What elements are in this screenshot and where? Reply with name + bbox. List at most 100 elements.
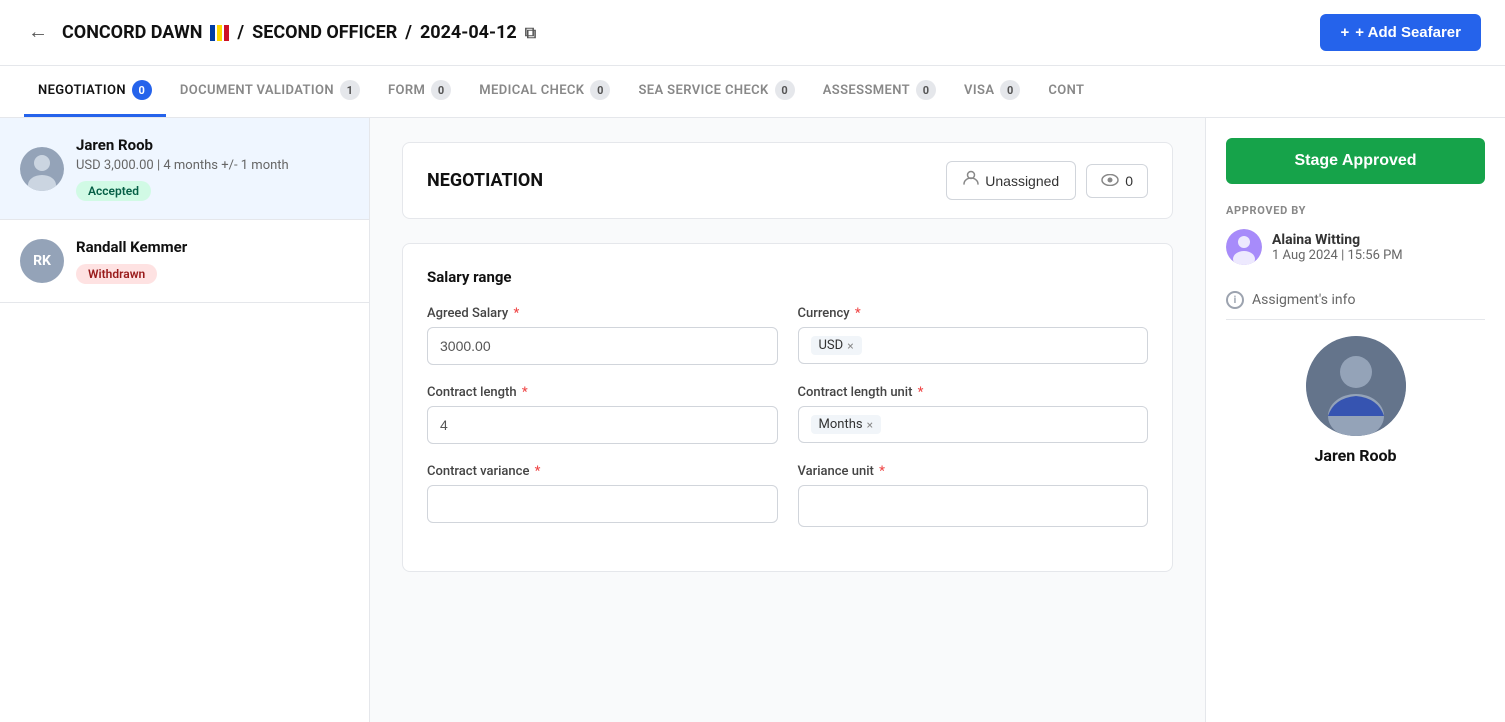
- badge-jaren-accepted: Accepted: [76, 181, 151, 201]
- tab-document-validation-badge: 1: [340, 80, 360, 100]
- required-star-vu: *: [879, 464, 885, 479]
- sidebar-item-top: Jaren Roob USD 3,000.00 | 4 months +/- 1…: [20, 136, 349, 201]
- contract-length-unit-tag-input[interactable]: Months ×: [798, 406, 1149, 443]
- form-group-agreed-salary: Agreed Salary *: [427, 306, 778, 365]
- tab-medical-check-label: MEDICAL CHECK: [479, 83, 584, 98]
- variance-unit-tag-input[interactable]: [798, 485, 1149, 527]
- avatar-jaren-roob: [20, 147, 64, 191]
- person-icon: [963, 170, 979, 191]
- main-layout: Jaren Roob USD 3,000.00 | 4 months +/- 1…: [0, 118, 1505, 722]
- tab-negotiation-badge: 0: [132, 80, 152, 100]
- agreed-salary-label: Agreed Salary *: [427, 306, 778, 321]
- badge-randall-withdrawn: Withdrawn: [76, 264, 157, 284]
- add-seafarer-plus: +: [1340, 24, 1349, 41]
- back-button[interactable]: ←: [24, 21, 52, 44]
- tab-sea-service-check-label: SEA SERVICE CHECK: [638, 83, 768, 98]
- info-circle-icon: i: [1226, 291, 1244, 309]
- form-group-variance-unit: Variance unit *: [798, 464, 1149, 527]
- assignment-info-label: Assigment's info: [1252, 292, 1355, 308]
- tab-negotiation-label: NEGOTIATION: [38, 83, 126, 98]
- seafarer-info-randall: Randall Kemmer Withdrawn: [76, 238, 187, 284]
- tab-visa[interactable]: VISA 0: [950, 66, 1034, 117]
- tab-form[interactable]: FORM 0: [374, 66, 465, 117]
- form-row-salary: Agreed Salary * Currency * USD ×: [427, 306, 1148, 365]
- months-tag: Months ×: [811, 415, 881, 434]
- approved-by-title: APPROVED BY: [1226, 204, 1485, 217]
- eye-icon: [1101, 173, 1119, 189]
- tab-assessment-badge: 0: [916, 80, 936, 100]
- seafarer-name-jaren: Jaren Roob: [76, 136, 289, 154]
- tab-cont-label: CONT: [1048, 83, 1084, 98]
- stage-approved-button[interactable]: Stage Approved: [1226, 138, 1485, 184]
- tab-sea-service-check[interactable]: SEA SERVICE CHECK 0: [624, 66, 808, 117]
- form-row-variance: Contract variance * Variance unit *: [427, 464, 1148, 527]
- add-seafarer-label: + Add Seafarer: [1355, 24, 1461, 41]
- required-star-clu: *: [918, 385, 924, 400]
- required-star: *: [513, 306, 519, 321]
- agreed-salary-input[interactable]: [427, 327, 778, 365]
- contract-length-unit-label: Contract length unit *: [798, 385, 1149, 400]
- form-group-contract-variance: Contract variance *: [427, 464, 778, 527]
- tab-assessment[interactable]: ASSESSMENT 0: [809, 66, 950, 117]
- seafarer-card-name: Jaren Roob: [1226, 446, 1485, 465]
- sidebar-item-jaren-roob[interactable]: Jaren Roob USD 3,000.00 | 4 months +/- 1…: [0, 118, 369, 220]
- tab-document-validation-label: DOCUMENT VALIDATION: [180, 83, 334, 98]
- page-title: CONCORD DAWN / SECOND OFFICER / 2024-04-…: [62, 22, 536, 43]
- form-group-contract-length-unit: Contract length unit * Months ×: [798, 385, 1149, 444]
- sidebar-item-top-randall: RK Randall Kemmer Withdrawn: [20, 238, 349, 284]
- seafarer-detail-jaren: USD 3,000.00 | 4 months +/- 1 month: [76, 158, 289, 173]
- seafarer-name-randall: Randall Kemmer: [76, 238, 187, 256]
- date-label: 2024-04-12: [420, 22, 517, 43]
- approver-date: 1 Aug 2024 | 15:56 PM: [1272, 248, 1403, 263]
- content-area: NEGOTIATION Unassigned: [370, 118, 1205, 722]
- position-label: SECOND OFFICER: [252, 22, 397, 43]
- currency-tag-remove[interactable]: ×: [847, 339, 853, 353]
- right-panel: Stage Approved APPROVED BY Alaina Wittin…: [1205, 118, 1505, 722]
- tab-visa-badge: 0: [1000, 80, 1020, 100]
- external-link-icon[interactable]: ⧉: [525, 23, 536, 43]
- months-tag-remove[interactable]: ×: [867, 418, 873, 432]
- tab-negotiation[interactable]: NEGOTIATION 0: [24, 66, 166, 117]
- add-seafarer-button[interactable]: + + Add Seafarer: [1320, 14, 1481, 51]
- contract-length-input[interactable]: [427, 406, 778, 444]
- vessel-name: CONCORD DAWN: [62, 22, 202, 43]
- negotiation-header: NEGOTIATION Unassigned: [402, 142, 1173, 219]
- negotiation-actions: Unassigned 0: [946, 161, 1148, 200]
- eye-button[interactable]: 0: [1086, 164, 1148, 198]
- form-group-contract-length: Contract length *: [427, 385, 778, 444]
- approver-name: Alaina Witting: [1272, 232, 1403, 248]
- section-title-salary: Salary range: [427, 268, 1148, 286]
- top-bar: ← CONCORD DAWN / SECOND OFFICER / 2024-0…: [0, 0, 1505, 66]
- contract-variance-input[interactable]: [427, 485, 778, 523]
- form-row-contract: Contract length * Contract length unit *…: [427, 385, 1148, 444]
- contract-variance-label: Contract variance *: [427, 464, 778, 479]
- required-star-cl: *: [522, 385, 528, 400]
- tabs-bar: NEGOTIATION 0 DOCUMENT VALIDATION 1 FORM…: [0, 66, 1505, 118]
- form-section-salary: Salary range Agreed Salary * Currency *: [402, 243, 1173, 572]
- separator2: /: [405, 22, 412, 43]
- tab-assessment-label: ASSESSMENT: [823, 83, 910, 98]
- required-star-cv: *: [535, 464, 541, 479]
- currency-tag: USD ×: [811, 336, 862, 355]
- variance-unit-label: Variance unit *: [798, 464, 1149, 479]
- tab-sea-service-check-badge: 0: [775, 80, 795, 100]
- tab-cont[interactable]: CONT: [1034, 69, 1098, 115]
- form-group-currency: Currency * USD ×: [798, 306, 1149, 365]
- required-star-currency: *: [855, 306, 861, 321]
- seafarer-info-jaren: Jaren Roob USD 3,000.00 | 4 months +/- 1…: [76, 136, 289, 201]
- eye-count: 0: [1125, 173, 1133, 189]
- seafarer-card-img-inner: [1306, 336, 1406, 436]
- currency-tag-input[interactable]: USD ×: [798, 327, 1149, 364]
- unassigned-button[interactable]: Unassigned: [946, 161, 1076, 200]
- currency-label: Currency *: [798, 306, 1149, 321]
- assignment-info-row[interactable]: i Assigment's info: [1226, 281, 1485, 320]
- tab-document-validation[interactable]: DOCUMENT VALIDATION 1: [166, 66, 374, 117]
- separator1: /: [237, 22, 244, 43]
- sidebar: Jaren Roob USD 3,000.00 | 4 months +/- 1…: [0, 118, 370, 722]
- sidebar-item-randall-kemmer[interactable]: RK Randall Kemmer Withdrawn: [0, 220, 369, 303]
- tab-form-label: FORM: [388, 83, 425, 98]
- tab-medical-check[interactable]: MEDICAL CHECK 0: [465, 66, 624, 117]
- seafarer-card-image: [1306, 336, 1406, 436]
- approver-row: Alaina Witting 1 Aug 2024 | 15:56 PM: [1226, 229, 1485, 265]
- tab-medical-check-badge: 0: [590, 80, 610, 100]
